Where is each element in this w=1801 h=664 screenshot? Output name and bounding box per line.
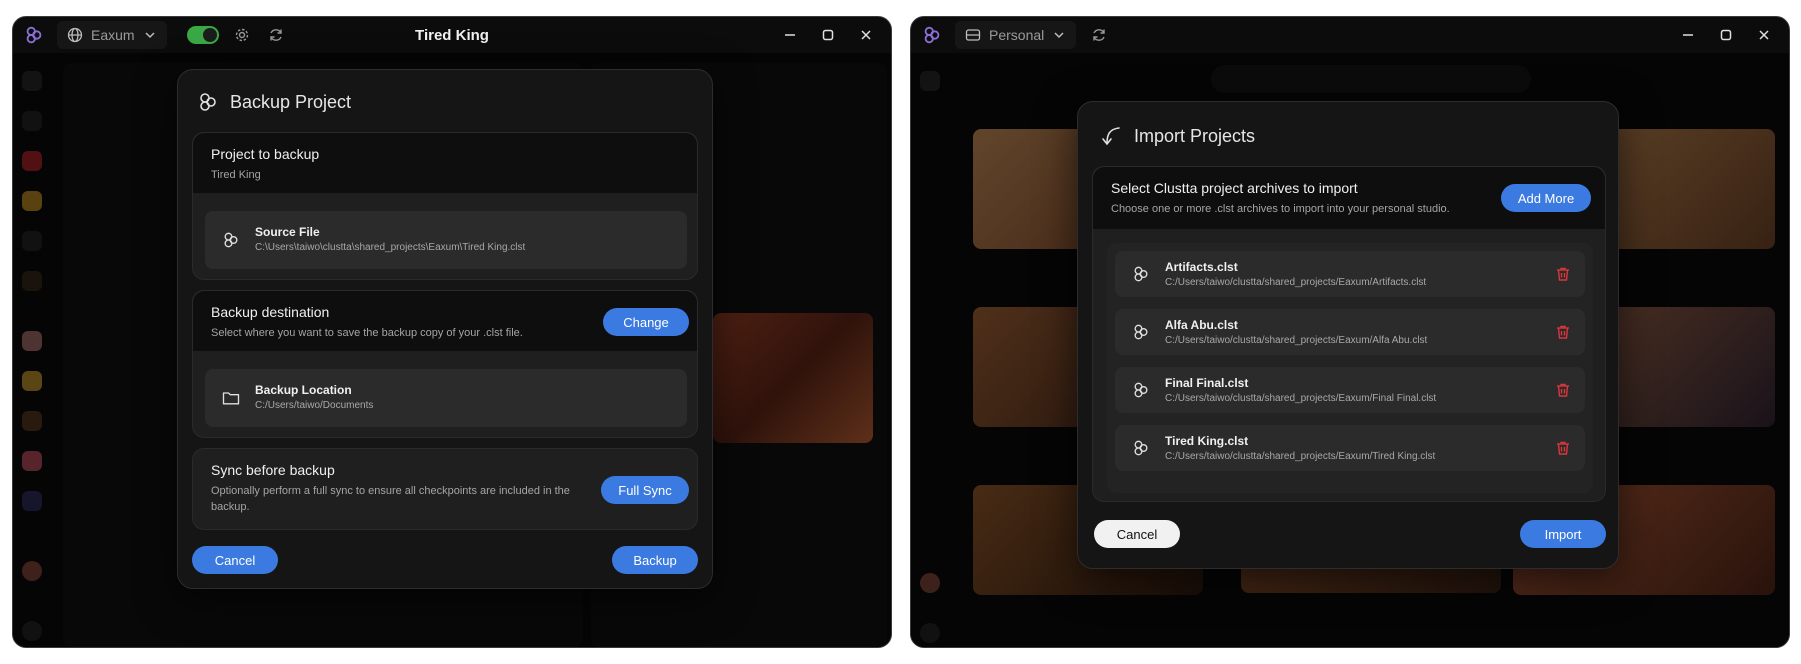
clst-file-icon: [1134, 266, 1148, 282]
import-projects-dialog: Import Projects Select Clustta project a…: [1077, 101, 1619, 569]
file-name: Tired King.clst: [1165, 434, 1249, 448]
clustta-logo-icon: [21, 22, 47, 48]
refresh-icon[interactable]: [1088, 24, 1110, 46]
section-heading: Backup destination: [211, 304, 330, 320]
drive-icon: [965, 29, 981, 41]
dialog-title: Import Projects: [1134, 125, 1256, 146]
online-toggle[interactable]: [186, 26, 219, 44]
file-name: Alfa Abu.clst: [1165, 318, 1238, 332]
file-list: Artifacts.clst C:/Users/taiwo/clustta/sh…: [1107, 243, 1593, 493]
file-path: C:/Users/taiwo/clustta/shared_projects/E…: [1165, 277, 1427, 288]
refresh-icon[interactable]: [265, 24, 287, 46]
import-card: Select Clustta project archives to impor…: [1092, 166, 1606, 502]
minimize-icon[interactable]: [771, 21, 809, 49]
maximize-icon[interactable]: [1707, 21, 1745, 49]
source-file-path: C:\Users\taiwo\clustta\shared_projects\E…: [255, 242, 526, 253]
location-label: Backup Location: [255, 383, 352, 397]
clst-file-icon: [1134, 382, 1148, 398]
section-description: Select where you want to save the backup…: [211, 327, 523, 339]
workspace-selector[interactable]: Eaxum: [57, 21, 167, 49]
trash-icon[interactable]: [1555, 440, 1571, 456]
location-path: C:/Users/taiwo/Documents: [255, 400, 374, 411]
clst-file-icon: [1134, 440, 1148, 456]
section-heading: Sync before backup: [211, 462, 335, 478]
source-file-label: Source File: [255, 225, 320, 239]
full-sync-button[interactable]: Full Sync: [601, 476, 689, 504]
trash-icon[interactable]: [1555, 324, 1571, 340]
source-file-row: Source File C:\Users\taiwo\clustta\share…: [205, 211, 687, 269]
cancel-button[interactable]: Cancel: [192, 546, 278, 574]
backup-destination-card: Backup destination Select where you want…: [192, 290, 698, 438]
window-controls: [1669, 21, 1783, 49]
backup-location-row[interactable]: Backup Location C:/Users/taiwo/Documents: [205, 369, 687, 427]
dialog-title: Backup Project: [230, 91, 352, 112]
import-heading: Select Clustta project archives to impor…: [1111, 180, 1358, 196]
section-heading: Project to backup: [211, 146, 320, 162]
file-path: C:/Users/taiwo/clustta/shared_projects/E…: [1165, 393, 1437, 404]
change-button[interactable]: Change: [603, 308, 689, 336]
clst-file-icon: [1134, 324, 1148, 340]
project-name: Tired King: [211, 169, 261, 181]
folder-icon: [222, 392, 240, 405]
clustta-icon: [200, 93, 216, 111]
clst-file-icon: [224, 232, 238, 248]
sync-before-backup-card: Sync before backup Optionally perform a …: [192, 448, 698, 530]
file-path: C:/Users/taiwo/clustta/shared_projects/E…: [1165, 335, 1428, 346]
file-name: Artifacts.clst: [1165, 260, 1238, 274]
clustta-logo-icon: [919, 22, 945, 48]
file-name: Final Final.clst: [1165, 376, 1249, 390]
trash-icon[interactable]: [1555, 382, 1571, 398]
trash-icon[interactable]: [1555, 266, 1571, 282]
cancel-button[interactable]: Cancel: [1094, 520, 1180, 548]
import-button[interactable]: Import: [1520, 520, 1606, 548]
chevron-down-icon: [1054, 32, 1064, 39]
arrow-down-left-icon: [1102, 127, 1120, 146]
workspace-name: Personal: [989, 27, 1045, 43]
list-item: Tired King.clst C:/Users/taiwo/clustta/s…: [1115, 425, 1585, 471]
workspace-selector[interactable]: Personal: [955, 21, 1077, 49]
list-item: Final Final.clst C:/Users/taiwo/clustta/…: [1115, 367, 1585, 413]
globe-icon: [67, 27, 83, 43]
title-bar: Eaxum Tired King: [13, 17, 891, 53]
close-icon[interactable]: [847, 21, 885, 49]
list-item: Artifacts.clst C:/Users/taiwo/clustta/sh…: [1115, 251, 1585, 297]
chevron-down-icon: [145, 32, 155, 39]
dialog-header: Import Projects: [1100, 124, 1255, 148]
title-bar: Personal: [911, 17, 1789, 53]
backup-window: Eaxum Tired King Backup Project Project …: [12, 16, 892, 648]
import-description: Choose one or more .clst archives to imp…: [1111, 203, 1450, 215]
section-description: Optionally perform a full sync to ensure…: [211, 485, 570, 513]
dialog-header: Backup Project: [196, 90, 351, 114]
gear-icon[interactable]: [231, 24, 253, 46]
file-path: C:/Users/taiwo/clustta/shared_projects/E…: [1165, 451, 1436, 462]
window-controls: [771, 21, 885, 49]
list-item: Alfa Abu.clst C:/Users/taiwo/clustta/sha…: [1115, 309, 1585, 355]
minimize-icon[interactable]: [1669, 21, 1707, 49]
backup-project-dialog: Backup Project Project to backup Tired K…: [177, 69, 713, 589]
add-more-button[interactable]: Add More: [1501, 184, 1591, 212]
maximize-icon[interactable]: [809, 21, 847, 49]
import-window: Personal Import Projects Select Clustta …: [910, 16, 1790, 648]
backup-button[interactable]: Backup: [612, 546, 698, 574]
project-to-backup-card: Project to backup Tired King Source File…: [192, 132, 698, 280]
workspace-name: Eaxum: [91, 27, 135, 43]
close-icon[interactable]: [1745, 21, 1783, 49]
